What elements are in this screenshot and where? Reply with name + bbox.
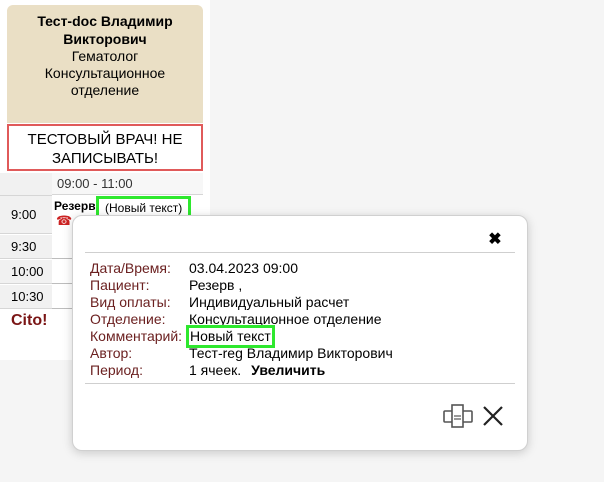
detail-value: Резерв , xyxy=(189,277,243,293)
time-range-header: 09:00 - 11:00 xyxy=(52,173,203,195)
detail-value: 1 ячеек. xyxy=(189,362,242,378)
warning-line1: ТЕСТОВЫЙ ВРАЧ! НЕ xyxy=(27,131,183,148)
close-icon[interactable]: ✖ xyxy=(487,232,503,248)
appointment-details-modal: ✖ Дата/Время: 03.04.2023 09:00 Пациент: … xyxy=(72,215,528,451)
detail-row-period: Период: 1 ячеек. Увеличить xyxy=(90,362,393,379)
detail-row-comment: Комментарий: Новый текст xyxy=(90,325,393,348)
close-icon[interactable] xyxy=(481,404,505,428)
detail-value: Индивидуальный расчет xyxy=(189,294,350,310)
slot-time-0900: 9:00 xyxy=(0,196,52,234)
details-list: Дата/Время: 03.04.2023 09:00 Пациент: Ре… xyxy=(90,260,393,379)
enlarge-link[interactable]: Увеличить xyxy=(251,362,325,379)
slot-header-blank xyxy=(0,173,52,196)
modal-footer-actions xyxy=(443,402,513,430)
phone-icon: ☎ xyxy=(56,213,73,228)
detail-row-payment: Вид оплаты: Индивидуальный расчет xyxy=(90,294,393,311)
detail-row-author: Автор: Тест-reg Владимир Викторович xyxy=(90,345,393,362)
doctor-department-line1: Консультационное xyxy=(44,65,166,81)
cito-label[interactable]: Cito! xyxy=(11,312,47,330)
divider xyxy=(85,252,515,253)
detail-row-datetime: Дата/Время: 03.04.2023 09:00 xyxy=(90,260,393,277)
divider xyxy=(85,383,515,384)
detail-label: Вид оплаты: xyxy=(90,294,171,310)
detail-label: Период: xyxy=(90,362,143,378)
warning-line2: ЗАПИСЫВАТЬ! xyxy=(51,150,159,167)
detail-value: 03.04.2023 09:00 xyxy=(189,260,298,276)
doctor-name: Тест-doc Владимир Викторович xyxy=(37,13,173,47)
detail-row-patient: Пациент: Резерв , xyxy=(90,277,393,294)
doctor-department-line2: отделение xyxy=(70,82,140,98)
slot-time-1000: 10:00 xyxy=(0,260,52,284)
detail-value: Тест-reg Владимир Викторович xyxy=(189,345,393,361)
detail-label: Пациент: xyxy=(90,277,150,293)
detail-label: Автор: xyxy=(90,345,133,361)
detail-label: Дата/Время: xyxy=(90,260,171,276)
doctor-specialty: Гематолог xyxy=(71,48,139,64)
slot-time-0930: 9:30 xyxy=(0,235,52,259)
slot-time-1030: 10:30 xyxy=(0,285,52,309)
warning-box: ТЕСТОВЫЙ ВРАЧ! НЕ ЗАПИСЫВАТЬ! xyxy=(7,124,203,171)
detail-label: Комментарий: xyxy=(90,328,183,344)
appointment-patient: Резерв xyxy=(54,199,96,213)
printer-icon[interactable] xyxy=(443,404,473,428)
detail-label: Отделение: xyxy=(90,311,166,327)
doctor-card: Тест-doc Владимир Викторович Гематолог К… xyxy=(7,5,203,123)
